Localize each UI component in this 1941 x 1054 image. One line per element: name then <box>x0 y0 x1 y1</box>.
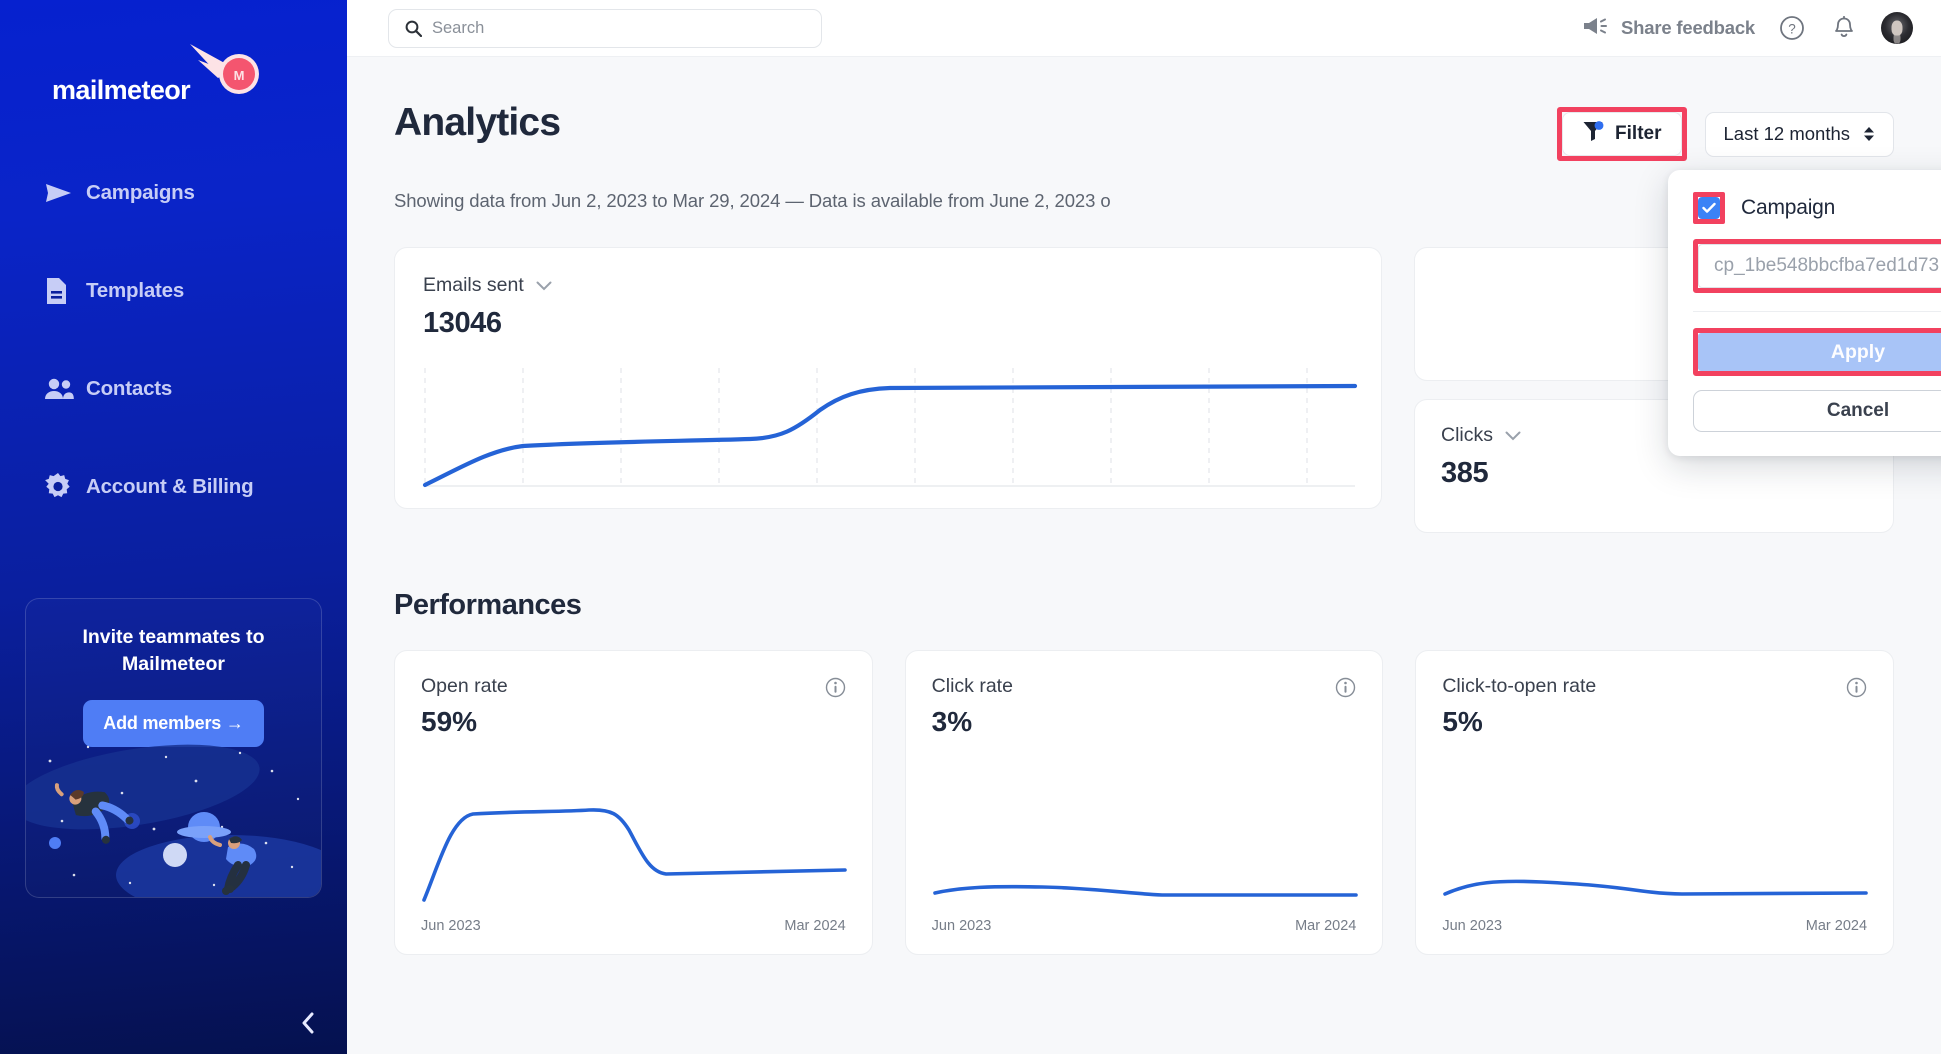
filter-panel-divider <box>1693 311 1941 312</box>
up-down-chevron-icon <box>1863 126 1875 142</box>
apply-button-highlight: Apply <box>1693 328 1941 376</box>
document-icon <box>44 277 86 305</box>
question-circle-icon: ? <box>1780 16 1804 40</box>
cancel-button[interactable]: Cancel <box>1693 390 1941 432</box>
filter-button-highlight: Filter <box>1557 107 1687 161</box>
search-icon <box>405 20 422 37</box>
page-header-actions: Filter Last 12 months <box>1557 107 1894 161</box>
funnel-icon <box>1582 120 1604 148</box>
emails-sent-value: 13046 <box>423 307 502 339</box>
click-to-open-rate-card: Click-to-open rate 5% Jun 2023 Mar 2024 <box>1415 650 1895 955</box>
gear-icon <box>44 473 86 501</box>
emails-sent-card: Emails sent 13046 <box>394 247 1382 509</box>
date-range-value: Last 12 months <box>1723 123 1851 144</box>
space-illustration <box>26 735 321 897</box>
click-rate-card: Click rate 3% Jun 2023 Mar 2024 <box>904 650 1384 955</box>
emails-sent-chart <box>420 364 1360 494</box>
open-rate-card: Open rate 59% Jun 2023 Mar 2024 <box>394 650 873 955</box>
campaign-input-highlight <box>1693 239 1941 293</box>
campaign-id-input[interactable] <box>1698 244 1941 288</box>
emails-sent-label-row[interactable]: Emails sent <box>423 274 1353 297</box>
brand-logo[interactable]: mailmeteor M <box>52 40 262 106</box>
open-rate-value: 59% <box>421 706 478 737</box>
svg-text:M: M <box>234 68 245 83</box>
sidebar-item-templates[interactable]: Templates <box>0 258 347 324</box>
meteor-logo-icon: M <box>184 40 262 102</box>
page-header: Analytics Filter Last 12 months <box>394 101 1894 161</box>
info-icon[interactable] <box>1846 677 1867 703</box>
info-icon[interactable] <box>825 677 846 703</box>
search-input[interactable] <box>432 18 772 38</box>
sidebar-item-contacts[interactable]: Contacts <box>0 356 347 422</box>
chevron-down-icon[interactable] <box>536 274 552 297</box>
invite-teammates-card: Invite teammates to Mailmeteor Add membe… <box>25 598 322 898</box>
campaign-checkbox[interactable] <box>1698 197 1720 219</box>
performances-title: Performances <box>394 589 582 621</box>
campaign-checkbox-highlight <box>1693 192 1725 224</box>
filter-button-label: Filter <box>1615 123 1662 144</box>
apply-button[interactable]: Apply <box>1698 333 1941 371</box>
axis-end-label: Mar 2024 <box>1295 918 1357 934</box>
bell-icon <box>1835 15 1853 37</box>
click-to-open-rate-value: 5% <box>1442 706 1483 737</box>
clicks-label: Clicks <box>1441 424 1493 446</box>
megaphone-icon <box>1583 16 1609 41</box>
share-feedback-label: Share feedback <box>1621 17 1755 38</box>
notifications-button[interactable] <box>1829 13 1859 43</box>
info-icon[interactable] <box>1335 677 1356 703</box>
brand-name: mailmeteor <box>52 75 191 105</box>
axis-start-label: Jun 2023 <box>931 918 992 934</box>
sidebar-item-label: Account & Billing <box>86 475 254 499</box>
campaign-checkbox-row: Campaign <box>1693 192 1941 224</box>
filter-dropdown-panel: Campaign Apply Cancel <box>1668 170 1941 456</box>
sidebar-item-label: Contacts <box>86 377 173 401</box>
performances-row: Open rate 59% Jun 2023 Mar 2024 Click ra… <box>394 650 1895 955</box>
avatar[interactable] <box>1881 12 1913 44</box>
open-rate-label: Open rate <box>421 675 508 697</box>
sidebar-item-account-billing[interactable]: Account & Billing <box>0 454 347 520</box>
people-icon <box>44 377 86 401</box>
axis-end-label: Mar 2024 <box>1805 918 1868 934</box>
chevron-left-icon <box>302 1012 314 1034</box>
sidebar-item-label: Templates <box>86 279 185 303</box>
share-feedback-button[interactable]: Share feedback <box>1583 16 1755 41</box>
click-rate-chart <box>932 794 1360 904</box>
open-rate-chart <box>421 794 849 904</box>
emails-sent-label: Emails sent <box>423 274 524 296</box>
topbar: Share feedback ? <box>347 0 1941 57</box>
open-rate-axis: Jun 2023 Mar 2024 <box>421 918 846 934</box>
sidebar-item-campaigns[interactable]: Campaigns <box>0 160 347 226</box>
topbar-actions: Share feedback ? <box>1583 12 1913 44</box>
sidebar-item-label: Campaigns <box>86 181 195 205</box>
axis-start-label: Jun 2023 <box>1442 918 1503 934</box>
chevron-down-icon[interactable] <box>1505 424 1521 447</box>
invite-title: Invite teammates to Mailmeteor <box>82 626 265 675</box>
click-to-open-rate-label: Click-to-open rate <box>1442 675 1597 697</box>
campaign-checkbox-label: Campaign <box>1741 196 1836 219</box>
filter-button[interactable]: Filter <box>1562 112 1682 156</box>
svg-text:?: ? <box>1788 22 1796 37</box>
click-to-open-rate-axis: Jun 2023 Mar 2024 <box>1442 918 1867 934</box>
axis-start-label: Jun 2023 <box>421 918 481 934</box>
main-content: Share feedback ? <box>347 0 1941 1054</box>
collapse-sidebar-button[interactable] <box>291 1006 325 1040</box>
page-title: Analytics <box>394 101 561 144</box>
click-rate-axis: Jun 2023 Mar 2024 <box>932 918 1357 934</box>
click-rate-label: Click rate <box>931 675 1013 697</box>
search-box[interactable] <box>388 8 822 48</box>
axis-end-label: Mar 2024 <box>784 918 846 934</box>
sidebar: mailmeteor M Campaigns Templates Contact… <box>0 0 347 1054</box>
help-button[interactable]: ? <box>1777 13 1807 43</box>
clicks-value: 385 <box>1441 457 1489 489</box>
send-icon <box>44 181 86 205</box>
click-rate-value: 3% <box>931 706 973 737</box>
date-range-select[interactable]: Last 12 months <box>1704 111 1894 157</box>
click-to-open-rate-chart <box>1442 794 1870 904</box>
app-root: mailmeteor M Campaigns Templates Contact… <box>0 0 1941 1054</box>
sidebar-nav: Campaigns Templates Contacts Account & B… <box>0 160 347 520</box>
